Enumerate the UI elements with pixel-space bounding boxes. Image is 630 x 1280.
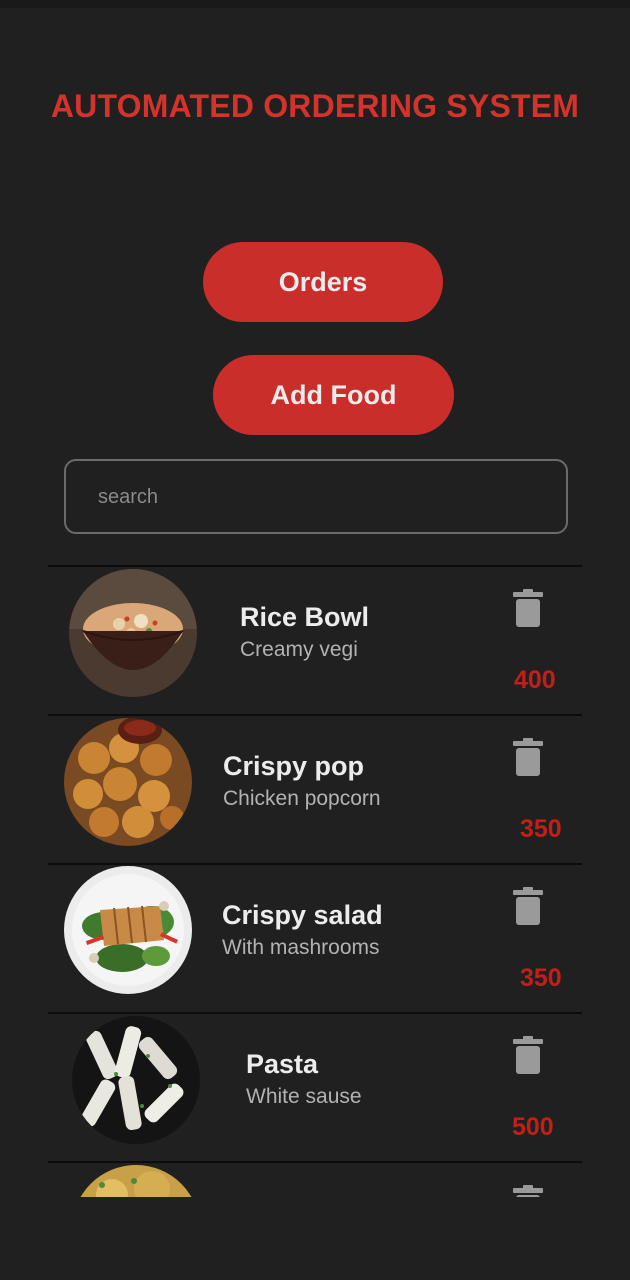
list-item[interactable] (48, 1161, 582, 1197)
food-list: Rice Bowl Creamy vegi 400 Crispy pop Chi… (48, 565, 582, 1197)
food-price: 350 (520, 815, 562, 843)
list-item[interactable]: Rice Bowl Creamy vegi 400 (48, 565, 582, 714)
food-image-crispy-pop (64, 718, 192, 846)
trash-icon[interactable] (513, 738, 543, 776)
trash-icon[interactable] (513, 1036, 543, 1074)
orders-button[interactable]: Orders (203, 242, 443, 322)
search-input[interactable] (96, 461, 540, 534)
food-image-rice-bowl (69, 569, 197, 697)
food-description: White sause (246, 1085, 362, 1108)
food-image-pasta (72, 1016, 200, 1144)
list-item[interactable]: Pasta White sause 500 (48, 1012, 582, 1161)
list-item[interactable]: Crispy pop Chicken popcorn 350 (48, 714, 582, 863)
status-bar (0, 0, 630, 8)
add-food-button[interactable]: Add Food (213, 355, 454, 435)
food-price: 400 (514, 666, 556, 694)
food-name: Pasta (246, 1049, 319, 1079)
food-description: Creamy vegi (240, 638, 358, 661)
food-price: 500 (512, 1113, 554, 1141)
food-description: Chicken popcorn (223, 787, 381, 810)
food-image-crispy-salad (64, 866, 192, 994)
food-price: 350 (520, 964, 562, 992)
food-name: Crispy pop (223, 751, 365, 781)
trash-icon[interactable] (513, 1185, 543, 1197)
search-box (64, 459, 568, 534)
trash-icon[interactable] (513, 589, 543, 627)
food-description: With mashrooms (222, 936, 380, 959)
food-image-partial (72, 1165, 200, 1197)
food-name: Rice Bowl (240, 602, 370, 632)
trash-icon[interactable] (513, 887, 543, 925)
page-title: AUTOMATED ORDERING SYSTEM (50, 88, 580, 124)
food-name: Crispy salad (222, 900, 383, 930)
list-item[interactable]: Crispy salad With mashrooms 350 (48, 863, 582, 1012)
